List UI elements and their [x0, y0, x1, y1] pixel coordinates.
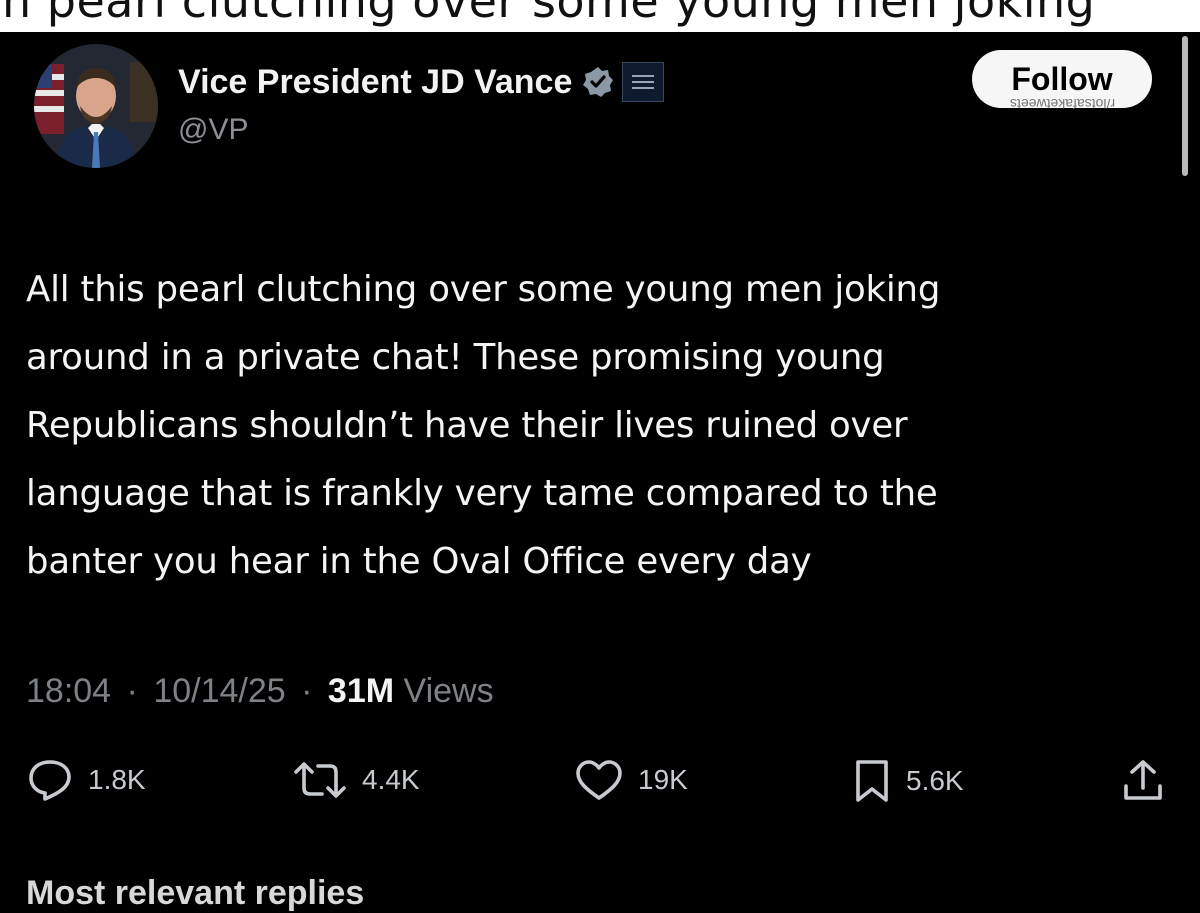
share-button[interactable]: [1120, 758, 1166, 804]
display-name[interactable]: Vice President JD Vance: [178, 63, 572, 102]
verified-badge-icon: [583, 67, 614, 97]
tweet-text: All this pearl clutching over some young…: [26, 256, 1176, 596]
tweet-line: around in a private chat! These promisin…: [26, 337, 885, 378]
repost-count: 4.4K: [362, 764, 420, 795]
bookmark-button[interactable]: 5.6K: [852, 758, 964, 804]
repost-icon: [294, 762, 346, 798]
like-icon: [576, 760, 622, 800]
tweet-line: All this pearl clutching over some young…: [26, 269, 941, 310]
author-name-row: Vice President JD Vance: [178, 62, 665, 102]
scrollbar[interactable]: [1182, 36, 1188, 176]
meta-separator: ·: [126, 672, 138, 710]
most-relevant-replies-link[interactable]: Most relevant replies: [26, 874, 364, 913]
views-count: 31M: [327, 672, 395, 710]
reply-count: 1.8K: [88, 764, 146, 795]
share-icon: [1124, 760, 1162, 800]
caption-strip: n pearl clutching over some young men jo…: [0, 0, 1200, 32]
handle[interactable]: @VP: [178, 113, 248, 147]
like-count: 19K: [638, 764, 688, 795]
meta-separator: ·: [301, 672, 313, 710]
white-house-seal-icon: [622, 62, 665, 102]
tweet-meta: 18:04 · 10/14/25 · 31M Views: [26, 672, 494, 711]
tweet-line: banter you hear in the Oval Office every…: [26, 541, 812, 582]
reply-button[interactable]: 1.8K: [26, 758, 146, 802]
views-label: Views: [403, 672, 494, 710]
like-button[interactable]: 19K: [574, 758, 688, 802]
bookmark-icon: [856, 760, 888, 802]
watermark: r/lotsafaketweets: [1010, 96, 1116, 112]
caption-text: n pearl clutching over some young men jo…: [2, 0, 1096, 28]
post-time[interactable]: 18:04: [26, 672, 111, 710]
reply-icon: [29, 760, 71, 801]
post-date[interactable]: 10/14/25: [153, 672, 285, 710]
tweet-line: Republicans shouldn’t have their lives r…: [26, 405, 908, 446]
tweet-line: language that is frankly very tame compa…: [26, 473, 938, 514]
repost-button[interactable]: 4.4K: [292, 758, 420, 802]
avatar[interactable]: [34, 44, 158, 168]
bookmark-count: 5.6K: [906, 765, 964, 796]
